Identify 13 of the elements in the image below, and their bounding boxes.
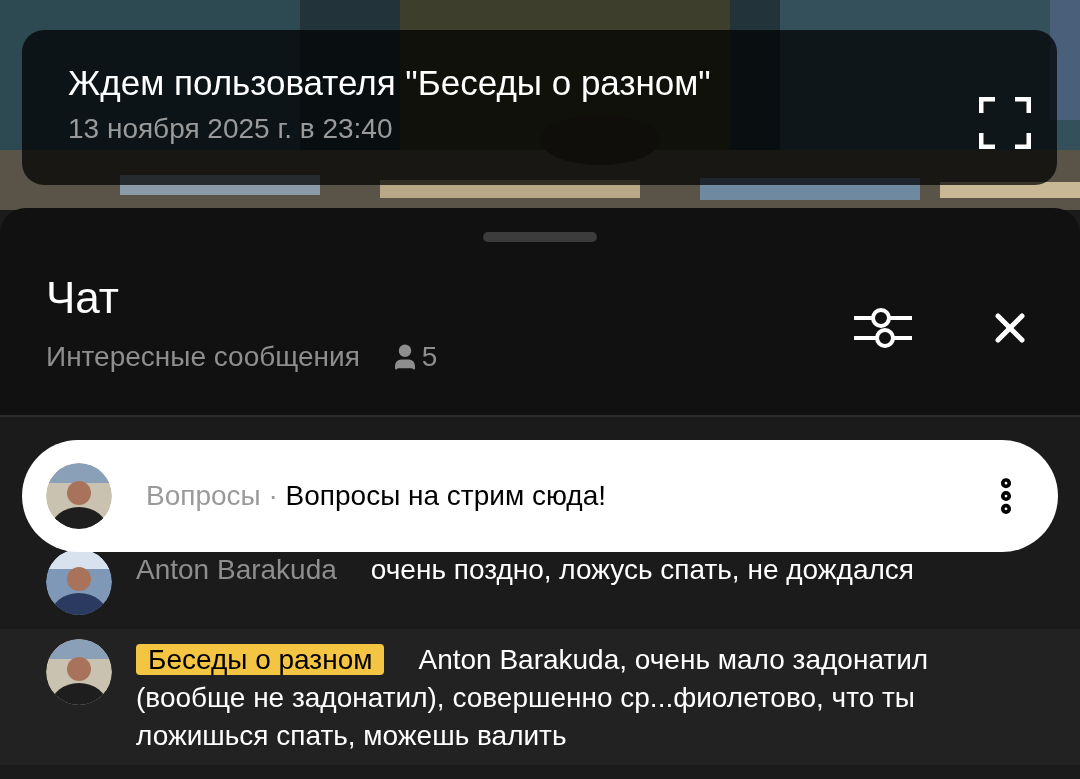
stream-date: 13 ноября 2025 г. в 23:40 <box>68 111 394 146</box>
pinned-message[interactable]: Вопросы · Вопросы на стрим сюда! <box>22 440 1058 552</box>
stream-title: Ждем пользователя "Беседы о разном" <box>68 62 712 105</box>
drag-handle[interactable] <box>483 232 597 242</box>
fullscreen-button[interactable] <box>977 94 1033 151</box>
message-text: Anton Barakuda очень поздно, ложусь спать, не дождался <box>136 553 914 587</box>
chat-subtitle: Интересные сообщения <box>46 340 360 374</box>
fullscreen-icon <box>979 96 1031 149</box>
pinned-text: Вопросы · Вопросы на стрим сюда! <box>146 479 607 513</box>
message-text: Беседы о разном Anton Barakuda, очень мало задонатил (вообще не задонатил), совершенно ср...фиолетово, что ты ложишься спать, можешь валить <box>136 643 930 753</box>
viewer-count: 5 <box>421 340 438 374</box>
sliders-icon <box>852 305 914 351</box>
chat-title: Чат <box>46 276 120 320</box>
